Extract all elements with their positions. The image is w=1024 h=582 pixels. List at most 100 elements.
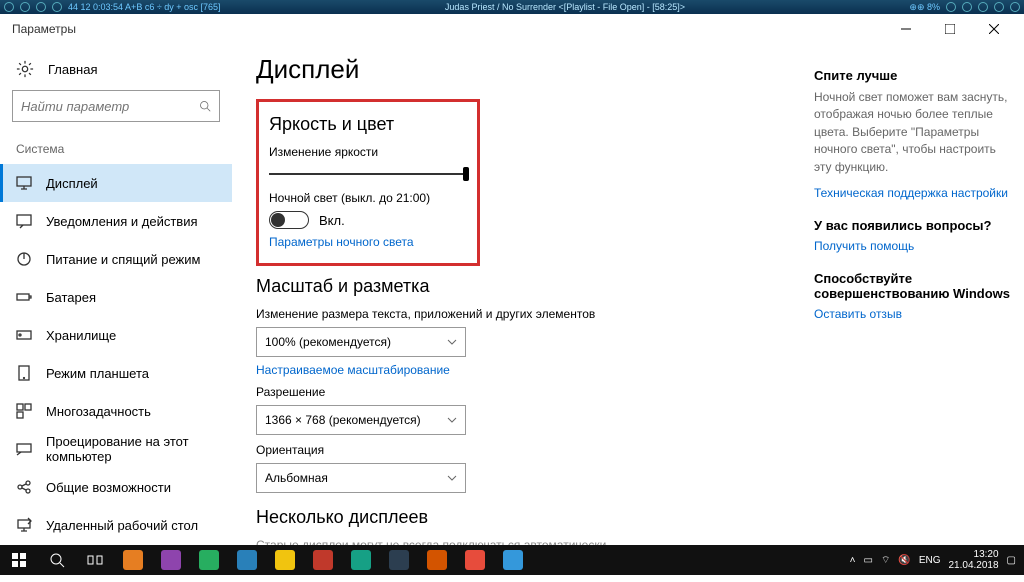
scale-label: Изменение размера текста, приложений и д… (256, 307, 790, 321)
dropdown-value: Альбомная (265, 471, 328, 485)
sidebar-item-label: Уведомления и действия (46, 214, 198, 229)
tray-battery-icon[interactable]: ▭ (864, 555, 873, 566)
slider-thumb[interactable] (463, 167, 469, 181)
brightness-slider[interactable] (269, 165, 469, 183)
chevron-down-icon (447, 415, 457, 425)
toggle-knob (271, 213, 285, 227)
tips-heading-improve: Способствуйте совершенствованию Windows (814, 271, 1014, 301)
wa-control-icon[interactable] (962, 2, 972, 12)
start-button[interactable] (0, 545, 38, 575)
sidebar-item-remote[interactable]: Удаленный рабочий стол (0, 506, 232, 544)
wa-control-icon[interactable] (36, 2, 46, 12)
wa-control-icon[interactable] (946, 2, 956, 12)
search-icon (49, 552, 65, 568)
wa-info: 44 12 0:03:54 A+B c6 ÷ dy + osc [765] (68, 2, 221, 12)
sidebar-group-label: Система (0, 136, 232, 164)
tips-text-sleep: Ночной свет поможет вам заснуть, отображ… (814, 89, 1014, 176)
taskbar-app[interactable] (456, 545, 494, 575)
sidebar-item-label: Дисплей (46, 176, 98, 191)
nightlight-label: Ночной свет (выкл. до 21:00) (269, 191, 467, 205)
taskbar-app[interactable] (342, 545, 380, 575)
maximize-button[interactable] (928, 15, 972, 43)
wa-right: ⊕⊕ 8% (909, 2, 940, 13)
tray-wifi-icon[interactable]: ⌔ (881, 554, 890, 567)
wa-control-icon[interactable] (1010, 2, 1020, 12)
sidebar-item-battery[interactable]: Батарея (0, 278, 232, 316)
window-titlebar: Параметры (0, 14, 1024, 44)
wa-control-icon[interactable] (994, 2, 1004, 12)
help-link[interactable]: Получить помощь (814, 239, 1014, 253)
taskview-icon (87, 552, 103, 568)
nightlight-settings-link[interactable]: Параметры ночного света (269, 235, 467, 249)
section-heading-multi: Несколько дисплеев (256, 507, 790, 528)
toggle-state-text: Вкл. (319, 213, 345, 228)
sidebar: Главная Система Дисплей Уведомления и де… (0, 44, 232, 545)
chevron-down-icon (447, 473, 457, 483)
close-button[interactable] (972, 15, 1016, 43)
tray-lang[interactable]: ENG (919, 555, 941, 566)
page-title: Дисплей (256, 54, 790, 85)
tray-time: 13:20 (948, 549, 998, 560)
taskbar-app[interactable] (228, 545, 266, 575)
nightlight-toggle[interactable] (269, 211, 309, 229)
tray-volume-icon[interactable]: 🔇 (898, 555, 910, 566)
sidebar-item-label: Многозадачность (46, 404, 151, 419)
sidebar-item-display[interactable]: Дисплей (0, 164, 232, 202)
taskbar: ˄ ▭ ⌔ 🔇 ENG 13:20 21.04.2018 ▢ (0, 545, 1024, 575)
home-label: Главная (48, 62, 97, 77)
sidebar-item-tablet[interactable]: Режим планшета (0, 354, 232, 392)
projecting-icon (16, 441, 32, 457)
search-field[interactable] (21, 99, 199, 114)
taskbar-app[interactable] (418, 545, 456, 575)
taskbar-app[interactable] (304, 545, 342, 575)
sidebar-item-label: Питание и спящий режим (46, 252, 200, 267)
wa-control-icon[interactable] (4, 2, 14, 12)
taskbar-app[interactable] (114, 545, 152, 575)
feedback-link[interactable]: Оставить отзыв (814, 307, 1014, 321)
sidebar-item-multitask[interactable]: Многозадачность (0, 392, 232, 430)
sidebar-item-notifications[interactable]: Уведомления и действия (0, 202, 232, 240)
tray-chevron-icon[interactable]: ˄ (850, 555, 856, 566)
multi-desc: Старые дисплеи могут не всегда подключат… (256, 538, 790, 545)
system-tray: ˄ ▭ ⌔ 🔇 ENG 13:20 21.04.2018 ▢ (850, 549, 1024, 571)
search-input[interactable] (12, 90, 220, 122)
taskbar-app[interactable] (152, 545, 190, 575)
resolution-dropdown[interactable]: 1366 × 768 (рекомендуется) (256, 405, 466, 435)
tray-clock[interactable]: 13:20 21.04.2018 (948, 549, 998, 571)
taskbar-app[interactable] (380, 545, 418, 575)
window-title: Параметры (8, 22, 76, 36)
tray-date: 21.04.2018 (948, 560, 998, 571)
highlighted-section: Яркость и цвет Изменение яркости Ночной … (256, 99, 480, 266)
brightness-label: Изменение яркости (269, 145, 467, 159)
minimize-button[interactable] (884, 15, 928, 43)
chat-icon (16, 213, 32, 229)
search-button[interactable] (38, 545, 76, 575)
remote-icon (16, 517, 32, 533)
search-icon (199, 99, 211, 113)
sidebar-item-label: Режим планшета (46, 366, 149, 381)
sidebar-item-storage[interactable]: Хранилище (0, 316, 232, 354)
taskbar-app[interactable] (266, 545, 304, 575)
home-button[interactable]: Главная (0, 56, 232, 90)
wa-control-icon[interactable] (978, 2, 988, 12)
wa-control-icon[interactable] (52, 2, 62, 12)
taskview-button[interactable] (76, 545, 114, 575)
dropdown-value: 1366 × 768 (рекомендуется) (265, 413, 421, 427)
taskbar-app[interactable] (494, 545, 532, 575)
taskbar-app[interactable] (190, 545, 228, 575)
wa-control-icon[interactable] (20, 2, 30, 12)
sidebar-item-projecting[interactable]: Проецирование на этот компьютер (0, 430, 232, 468)
orientation-dropdown[interactable]: Альбомная (256, 463, 466, 493)
windows-icon (11, 552, 27, 568)
sidebar-item-power[interactable]: Питание и спящий режим (0, 240, 232, 278)
sidebar-item-label: Хранилище (46, 328, 116, 343)
support-link[interactable]: Техническая поддержка настройки (814, 186, 1014, 200)
chevron-down-icon (447, 337, 457, 347)
section-heading-brightness: Яркость и цвет (269, 114, 467, 135)
monitor-icon (16, 175, 32, 191)
custom-scaling-link[interactable]: Настраиваемое масштабирование (256, 363, 790, 377)
sidebar-item-shared[interactable]: Общие возможности (0, 468, 232, 506)
tray-notifications-icon[interactable]: ▢ (1007, 555, 1016, 566)
sidebar-item-label: Проецирование на этот компьютер (46, 434, 216, 464)
scale-dropdown[interactable]: 100% (рекомендуется) (256, 327, 466, 357)
